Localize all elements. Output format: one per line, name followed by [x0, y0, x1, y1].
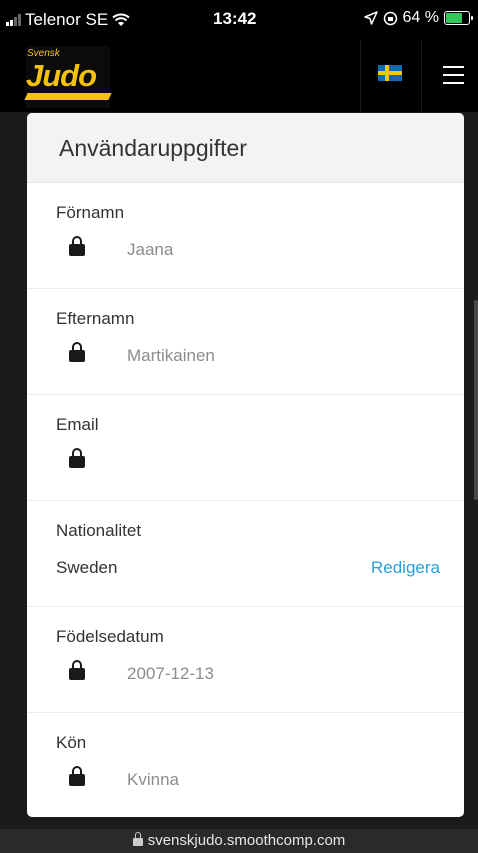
field-last-name: Efternamn Martikainen	[27, 289, 464, 395]
field-value: Kvinna	[127, 770, 179, 789]
status-bar: Telenor SE 13:42 64 %	[0, 0, 478, 40]
field-label: Efternamn	[56, 309, 135, 328]
logo-bar	[24, 93, 112, 100]
field-label: Förnamn	[56, 203, 125, 222]
lock-icon	[69, 342, 85, 363]
battery-percent: 64 %	[402, 9, 439, 26]
page-scrollbar[interactable]	[474, 300, 478, 500]
field-value: Jaana	[127, 240, 174, 259]
field-label: Email	[56, 415, 99, 434]
lock-icon	[69, 660, 85, 681]
field-value: Sweden	[56, 558, 118, 577]
orientation-lock-icon	[383, 11, 397, 25]
field-nationality: Nationalitet Sweden Redigera	[27, 501, 464, 607]
edit-nationality-link[interactable]: Redigera	[371, 558, 440, 578]
carrier-name: Telenor SE	[25, 10, 109, 29]
wifi-icon	[112, 13, 130, 26]
field-birth-date: Födelsedatum 2007-12-13	[27, 607, 464, 713]
field-value: Martikainen	[127, 346, 215, 365]
url-text: svenskjudo.smoothcomp.com	[147, 832, 346, 849]
status-time: 13:42	[213, 9, 257, 28]
svensk-judo-logo[interactable]: Svensk Judo	[24, 46, 112, 108]
status-right: 64 %	[363, 9, 473, 27]
hamburger-menu-button[interactable]	[421, 40, 478, 112]
app-header: Svensk Judo	[0, 40, 478, 112]
user-details-card: Användaruppgifter Förnamn Jaana Efternam…	[27, 113, 464, 817]
signal-icon	[6, 14, 21, 26]
browser-url-bar[interactable]: svenskjudo.smoothcomp.com	[0, 829, 478, 853]
field-email: Email	[27, 395, 464, 501]
field-first-name: Förnamn Jaana	[27, 183, 464, 289]
field-label: Kön	[56, 733, 87, 752]
lock-icon	[69, 448, 85, 469]
field-gender: Kön Kvinna	[27, 713, 464, 817]
status-left: Telenor SE	[6, 10, 130, 30]
lock-icon	[132, 832, 143, 846]
lock-icon	[69, 766, 85, 787]
field-label: Nationalitet	[56, 521, 142, 540]
card-title: Användaruppgifter	[59, 135, 247, 161]
lock-icon	[69, 236, 85, 257]
battery-icon	[444, 11, 473, 25]
field-value: 2007-12-13	[127, 664, 214, 683]
location-arrow-icon	[363, 11, 378, 25]
language-button[interactable]	[360, 40, 420, 112]
sweden-flag-icon	[378, 65, 402, 81]
logo-main-text: Judo	[26, 58, 97, 93]
card-header: Användaruppgifter	[27, 113, 464, 183]
field-label: Födelsedatum	[56, 627, 164, 646]
